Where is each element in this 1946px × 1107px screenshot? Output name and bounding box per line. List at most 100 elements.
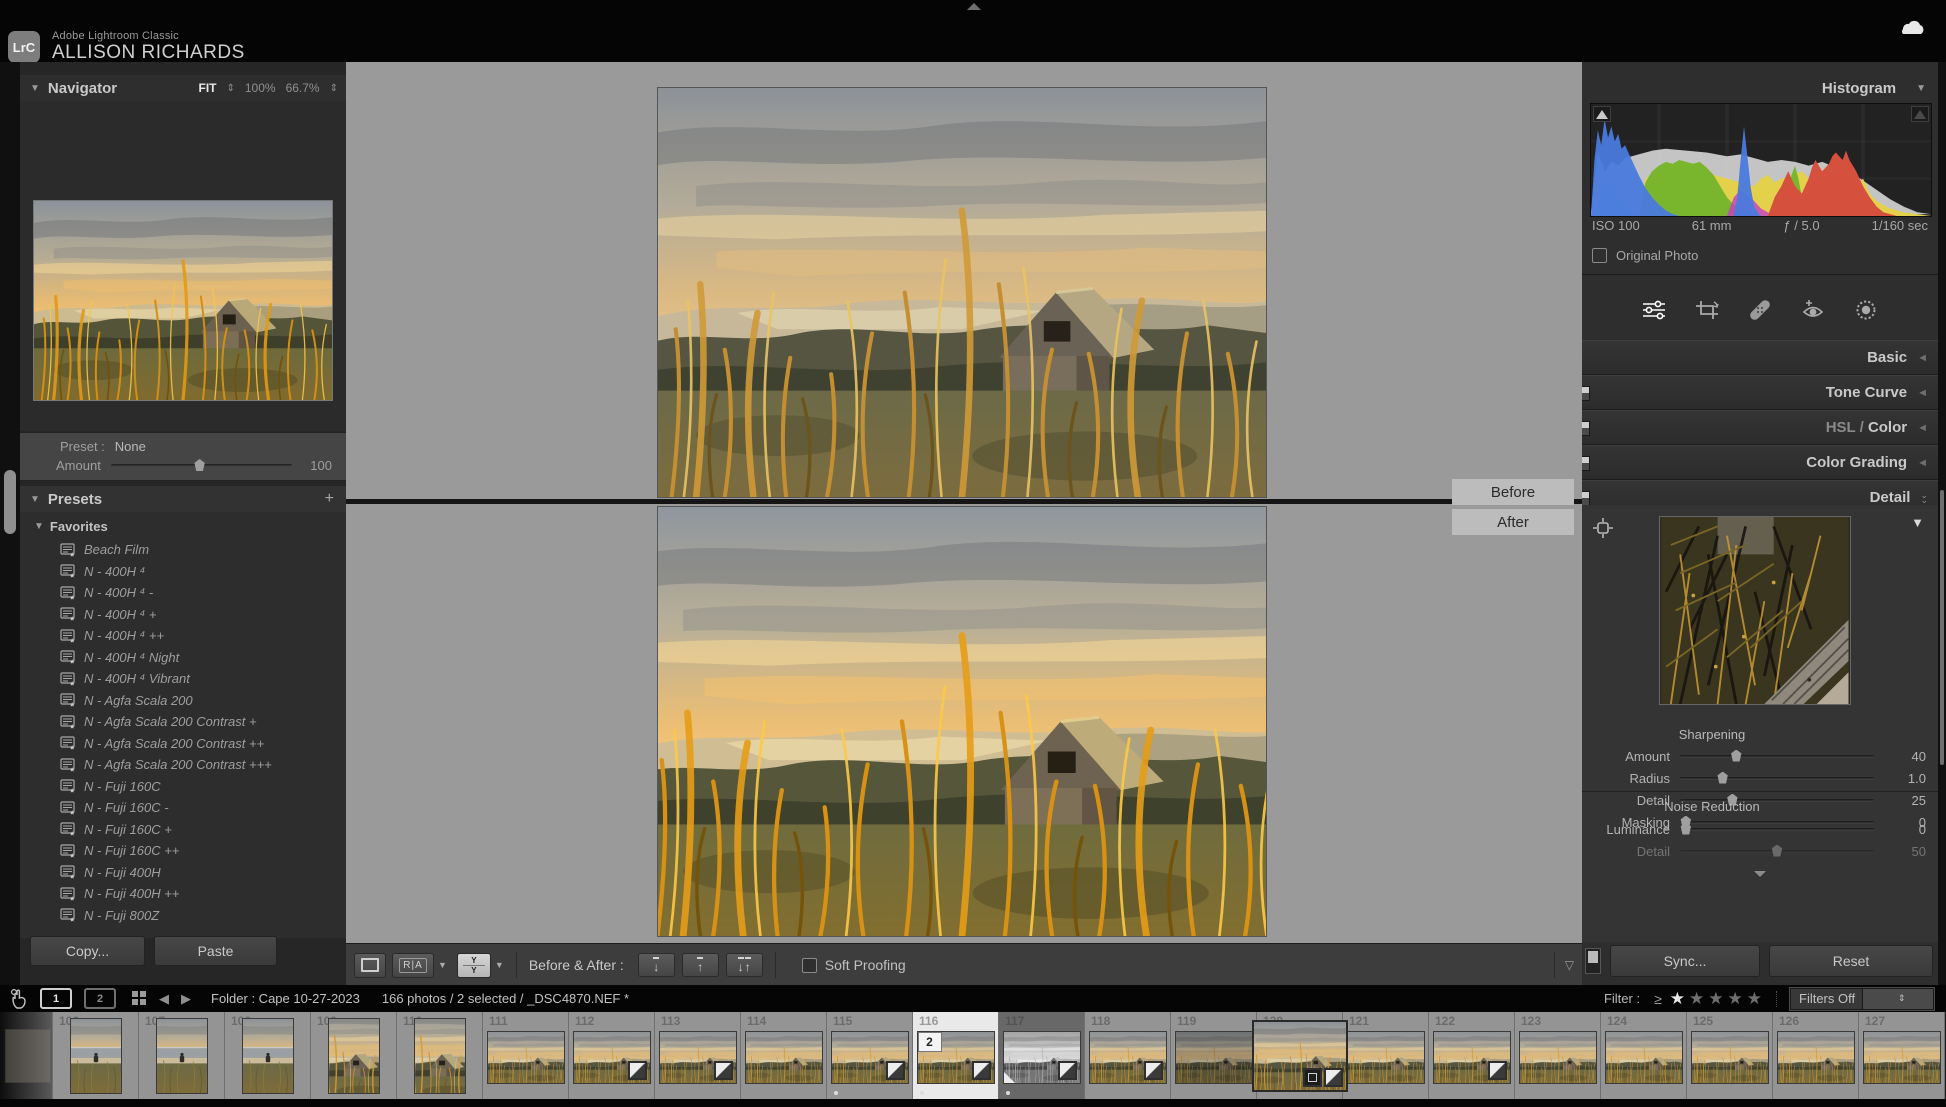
filmstrip-cell[interactable]: 107 xyxy=(139,1012,225,1099)
soft-proofing-checkbox[interactable] xyxy=(802,958,817,973)
preset-item[interactable]: N - Agfa Scala 200 Contrast +++ xyxy=(20,754,346,776)
photo-thumbnail[interactable] xyxy=(832,1032,908,1083)
main-window-button[interactable]: 1 xyxy=(40,988,72,1009)
red-eye-tool-icon[interactable] xyxy=(1800,299,1826,321)
before-after-view-button[interactable]: YY xyxy=(457,953,491,978)
adjustment-badge-icon[interactable] xyxy=(628,1061,647,1080)
adjustment-badge-icon[interactable] xyxy=(1488,1061,1507,1080)
zoom-pct-stepper-icon[interactable]: ⇕ xyxy=(330,83,338,94)
adjustment-panel-header[interactable]: HSL / Color ◄ ⌄⌄ xyxy=(1582,410,1938,445)
filmstrip-cell[interactable]: 117 xyxy=(999,1012,1085,1099)
presets-group-favorites[interactable]: ▼ Favorites xyxy=(34,515,346,537)
preset-item[interactable]: N - Agfa Scala 200 Contrast + xyxy=(20,711,346,733)
photo-thumbnail[interactable] xyxy=(746,1032,822,1083)
solo-mode-icon[interactable]: ◄ xyxy=(1917,387,1928,399)
reference-view-dropdown-icon[interactable]: ▼ xyxy=(438,960,447,970)
preset-item[interactable]: Beach Film xyxy=(20,539,346,561)
histogram[interactable] xyxy=(1590,103,1932,217)
panel-enable-switch[interactable] xyxy=(1582,386,1590,401)
add-preset-button[interactable]: + xyxy=(325,490,334,508)
preset-item[interactable]: N - Agfa Scala 200 xyxy=(20,690,346,712)
healing-tool-icon[interactable] xyxy=(1747,299,1773,321)
loupe-view-button[interactable] xyxy=(354,953,386,978)
masking-tool-icon[interactable] xyxy=(1853,299,1879,321)
presets-disclosure-icon[interactable]: ▼ xyxy=(30,494,40,505)
filters-dropdown-stepper-icon[interactable]: ⇕ xyxy=(1862,989,1934,1009)
filmstrip-cell[interactable]: 108 xyxy=(225,1012,311,1099)
second-window-button[interactable]: 2 xyxy=(84,988,116,1009)
shadow-clipping-button[interactable] xyxy=(1593,106,1611,122)
soft-proofing-control[interactable]: Soft Proofing xyxy=(802,957,906,973)
original-photo-checkbox[interactable] xyxy=(1592,248,1607,263)
filmstrip-cell[interactable]: 121 xyxy=(1343,1012,1429,1099)
preset-item[interactable]: N - 400H ⁴ Vibrant xyxy=(20,668,346,690)
preset-item[interactable]: N - Fuji 400H xyxy=(20,862,346,884)
photo-thumbnail[interactable] xyxy=(488,1032,564,1083)
panel-enable-switch[interactable] xyxy=(1582,421,1590,436)
photo-thumbnail[interactable] xyxy=(1692,1032,1768,1083)
panel-autohide-arrow-icon[interactable] xyxy=(967,3,981,10)
filmstrip-cell[interactable]: 111 xyxy=(483,1012,569,1099)
filmstrip-cell[interactable]: 127 xyxy=(1859,1012,1945,1099)
slider-track[interactable] xyxy=(1680,755,1874,758)
preset-item[interactable]: N - 400H ⁴ ++ xyxy=(20,625,346,647)
swap-before-after-button[interactable]: ↓↑ xyxy=(726,953,763,977)
solo-mode-icon[interactable]: ◄ xyxy=(1917,457,1928,469)
filmstrip-cell[interactable]: 113 xyxy=(655,1012,741,1099)
photo-thumbnail[interactable] xyxy=(329,1019,379,1093)
paste-button[interactable]: Paste xyxy=(154,936,277,966)
slider-thumb[interactable] xyxy=(1730,750,1742,762)
photo-thumbnail[interactable] xyxy=(71,1019,121,1093)
slider-thumb[interactable] xyxy=(1680,823,1692,835)
panel-enable-switch[interactable] xyxy=(1582,491,1590,506)
crop-tool-icon[interactable] xyxy=(1694,299,1720,321)
preset-amount-slider[interactable] xyxy=(111,464,292,467)
grid-view-icon[interactable] xyxy=(132,991,147,1006)
photo-thumbnail[interactable] xyxy=(1606,1032,1682,1083)
sync-button[interactable]: Sync... xyxy=(1610,945,1760,977)
histogram-disclosure-icon[interactable]: ▼ xyxy=(1916,83,1926,94)
rating-star-4[interactable]: ★ xyxy=(1728,989,1747,1009)
filters-dropdown[interactable]: Filters Off ⇕ xyxy=(1790,988,1934,1010)
slider-thumb[interactable] xyxy=(1717,772,1729,784)
photo-thumbnail[interactable] xyxy=(1778,1032,1854,1083)
preset-item[interactable]: N - 400H ⁴ - xyxy=(20,582,346,604)
reset-button[interactable]: Reset xyxy=(1769,945,1933,977)
adjustment-panel-header[interactable]: Color Grading ◄ ⌄⌄ xyxy=(1582,445,1938,480)
filmstrip-cell[interactable]: 109 xyxy=(311,1012,397,1099)
copy-button[interactable]: Copy... xyxy=(30,936,145,966)
before-image[interactable] xyxy=(658,88,1266,497)
photo-thumbnail[interactable] xyxy=(1176,1032,1252,1083)
histogram-header[interactable]: Histogram ▼ xyxy=(1582,75,1938,101)
adjustment-badge-icon[interactable] xyxy=(1144,1061,1163,1080)
filmstrip-cell[interactable]: 118 xyxy=(1085,1012,1171,1099)
slider-track[interactable] xyxy=(1680,828,1874,831)
filmstrip-cell[interactable]: 124 xyxy=(1601,1012,1687,1099)
adjustment-badge-icon[interactable] xyxy=(714,1061,733,1080)
preset-item[interactable]: N - 400H ⁴ Night xyxy=(20,647,346,669)
slider-track[interactable] xyxy=(1680,850,1874,853)
zoom-fit-button[interactable]: FIT xyxy=(198,81,216,95)
adjustment-panel-header[interactable]: Tone Curve ◄ ⌄⌄ xyxy=(1582,375,1938,410)
preset-item[interactable]: N - Agfa Scala 200 Contrast ++ xyxy=(20,733,346,755)
preset-amount-slider-thumb[interactable] xyxy=(194,459,206,471)
detail-preview-disclosure-icon[interactable]: ▼ xyxy=(1911,515,1924,530)
rating-star-3[interactable]: ★ xyxy=(1708,989,1727,1009)
right-panel-scrollbar[interactable] xyxy=(1940,490,1944,765)
next-photo-icon[interactable]: ▶ xyxy=(181,991,191,1007)
left-rail-handle[interactable] xyxy=(4,470,16,534)
filmstrip-cell[interactable]: 125 xyxy=(1687,1012,1773,1099)
photo-thumbnail[interactable] xyxy=(1348,1032,1424,1083)
filmstrip-cell[interactable]: 120 xyxy=(1257,1012,1343,1099)
slider-thumb[interactable] xyxy=(1771,845,1783,857)
right-panel-rail[interactable] xyxy=(1938,62,1946,985)
preset-item[interactable]: N - 400H ⁴ + xyxy=(20,604,346,626)
photo-thumbnail[interactable] xyxy=(1090,1032,1166,1083)
after-image[interactable] xyxy=(658,507,1266,936)
adjustment-badge-icon[interactable] xyxy=(972,1061,991,1080)
photo-thumbnail[interactable] xyxy=(1004,1032,1080,1083)
filmstrip-cell[interactable]: 110 xyxy=(397,1012,483,1099)
presets-header[interactable]: ▼ Presets + xyxy=(20,486,346,512)
toolbar-options-icon[interactable]: ▽ xyxy=(1565,958,1574,972)
filmstrip-cell[interactable]: 116 2 xyxy=(913,1012,999,1099)
